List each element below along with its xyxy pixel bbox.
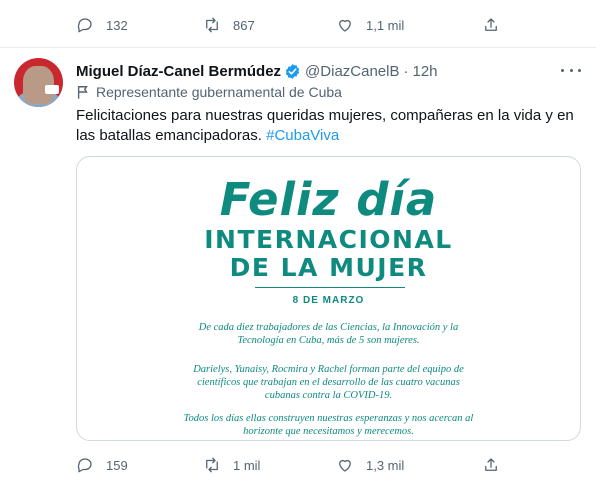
- more-dot-icon: [561, 68, 564, 72]
- heart-icon: [339, 19, 351, 32]
- tweet-image[interactable]: Feliz día INTERNACIONAL DE LA MUJER 8 DE…: [76, 156, 581, 441]
- image-paragraph: Darielys, Yunaisy, Rocmira y Rachel form…: [193, 364, 464, 401]
- reply-icon: [77, 18, 92, 33]
- reply-button[interactable]: 132: [76, 14, 128, 36]
- tweet-text: Felicitaciones para nuestras queridas mu…: [76, 106, 586, 146]
- more-options-button[interactable]: [561, 63, 581, 77]
- more-dot-icon: [578, 68, 581, 72]
- verified-badge-icon: [285, 63, 300, 79]
- reply-count: 159: [106, 457, 128, 473]
- tweet-header: Miguel Díaz-Canel Bermúdez @DiazCanelB ·…: [76, 61, 438, 81]
- image-title: Feliz día: [219, 173, 438, 226]
- reply-button[interactable]: 159: [76, 454, 128, 476]
- retweet-count: 867: [233, 17, 255, 33]
- image-paragraph: Todos los días ellas construyen nuestras…: [183, 413, 474, 437]
- image-subtitle-line2: DE LA MUJER: [229, 253, 428, 282]
- image-subtitle-line1: INTERNACIONAL: [204, 225, 453, 254]
- share-icon: [485, 18, 497, 31]
- like-button[interactable]: 1,1 mil: [336, 14, 404, 36]
- retweet-button[interactable]: 867: [203, 14, 255, 36]
- share-button[interactable]: [482, 14, 500, 36]
- government-label[interactable]: Representante gubernamental de Cuba: [76, 83, 342, 101]
- image-date: 8 DE MARZO: [292, 295, 365, 306]
- retweet-button[interactable]: 1 mil: [203, 454, 260, 476]
- tweet-timestamp[interactable]: 12h: [412, 63, 437, 80]
- tweet-divider: [0, 47, 596, 48]
- author-handle[interactable]: @DiazCanelB: [305, 63, 399, 80]
- retweet-icon: [206, 17, 218, 33]
- government-label-text: Representante gubernamental de Cuba: [96, 84, 342, 100]
- image-divider: [255, 287, 405, 288]
- author-name[interactable]: Miguel Díaz-Canel Bermúdez: [76, 63, 281, 80]
- share-icon: [485, 458, 497, 471]
- retweet-icon: [206, 457, 218, 473]
- hashtag-link[interactable]: #CubaViva: [266, 127, 339, 144]
- like-count: 1,3 mil: [366, 457, 405, 473]
- tweet-actions: 159 1 mil 1,3 mil: [0, 454, 596, 476]
- like-count: 1,1 mil: [366, 17, 405, 33]
- avatar[interactable]: [14, 58, 63, 107]
- more-dot-icon: [569, 68, 573, 72]
- share-button[interactable]: [482, 454, 500, 476]
- retweet-count: 1 mil: [233, 457, 261, 473]
- image-paragraph: De cada diez trabajadores de las Ciencia…: [198, 322, 459, 346]
- reply-count: 132: [106, 17, 128, 33]
- reply-icon: [77, 458, 92, 473]
- heart-icon: [339, 459, 351, 472]
- flag-icon: [77, 86, 88, 99]
- like-button[interactable]: 1,3 mil: [336, 454, 404, 476]
- separator-dot: ·: [403, 62, 409, 80]
- previous-tweet-actions: 132 867 1,1 mil: [0, 14, 596, 36]
